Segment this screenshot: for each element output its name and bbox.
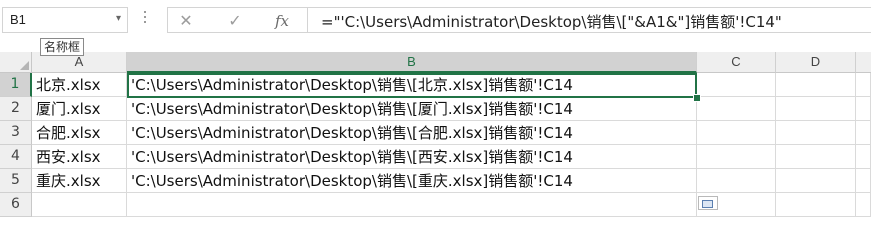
cell-b[interactable]: 'C:\Users\Administrator\Desktop\销售\[重庆.x… [127,169,697,193]
cell-d[interactable] [776,145,856,169]
cell-b-value: 'C:\Users\Administrator\Desktop\销售\[西安.x… [131,148,573,166]
name-box-value: B1 [10,12,26,27]
cell-e[interactable] [856,193,871,217]
cell-b[interactable] [127,193,697,217]
chevron-down-icon[interactable]: ▾ [116,13,121,24]
cell-a[interactable]: 北京.xlsx [32,73,127,97]
fill-handle[interactable] [693,94,701,102]
quick-analysis-icon[interactable] [698,196,718,210]
cell-b-value: 'C:\Users\Administrator\Desktop\销售\[北京.x… [131,76,573,94]
cell-d[interactable] [776,193,856,217]
cell-b-value: 'C:\Users\Administrator\Desktop\销售\[重庆.x… [131,172,573,190]
cell-a-value [32,196,36,214]
cell-c[interactable] [697,73,776,97]
cell-a[interactable]: 西安.xlsx [32,145,127,169]
name-box-tooltip: 名称框 [40,38,85,56]
formula-bar-area: B1 ▾ ✕ ✓ fx ="'C:\Users\Administrator\De… [0,0,871,42]
cell-b-value: 'C:\Users\Administrator\Desktop\销售\[厦门.x… [131,100,573,118]
cell-a-value: 西安.xlsx [36,148,101,166]
name-box[interactable]: B1 ▾ [2,7,128,33]
row-header[interactable]: 1 [0,73,32,97]
drag-handle-icon[interactable] [143,9,147,29]
row-header[interactable]: 2 [0,97,32,121]
cell-a-value: 合肥.xlsx [36,124,101,142]
formula-text: ="'C:\Users\Administrator\Desktop\销售\["&… [321,13,782,31]
cell-a-value: 北京.xlsx [36,76,101,94]
cell-d[interactable] [776,73,856,97]
cell-a-value: 厦门.xlsx [36,100,101,118]
row-header[interactable]: 6 [0,193,32,217]
column-header-c[interactable]: C [697,52,776,73]
column-header-d[interactable]: D [776,52,856,73]
cell-b[interactable]: 'C:\Users\Administrator\Desktop\销售\[厦门.x… [127,97,697,121]
cell-c[interactable] [697,121,776,145]
cell-b-value [127,196,131,214]
column-header-e[interactable] [856,52,871,73]
cell-c[interactable] [697,145,776,169]
close-icon[interactable]: ✕ [172,10,200,32]
cell-e[interactable] [856,145,871,169]
cell-b[interactable]: 'C:\Users\Administrator\Desktop\销售\[合肥.x… [127,121,697,145]
row-header[interactable]: 3 [0,121,32,145]
cell-b-value: 'C:\Users\Administrator\Desktop\销售\[合肥.x… [131,124,573,142]
cell-d[interactable] [776,97,856,121]
insert-function-button[interactable]: fx [268,10,296,32]
formula-buttons: ✕ ✓ fx [167,7,307,33]
cell-e[interactable] [856,121,871,145]
cell-a[interactable] [32,193,127,217]
row-header[interactable]: 5 [0,169,32,193]
cell-b[interactable]: 'C:\Users\Administrator\Desktop\销售\[西安.x… [127,145,697,169]
cell-c[interactable] [697,97,776,121]
cell-a[interactable]: 合肥.xlsx [32,121,127,145]
cell-b[interactable]: 'C:\Users\Administrator\Desktop\销售\[北京.x… [127,73,697,97]
cell-a[interactable]: 重庆.xlsx [32,169,127,193]
cell-a[interactable]: 厦门.xlsx [32,97,127,121]
cell-c[interactable] [697,169,776,193]
cell-d[interactable] [776,169,856,193]
cell-d[interactable] [776,121,856,145]
column-header-b[interactable]: B [127,52,697,73]
cell-a-value: 重庆.xlsx [36,172,101,190]
formula-input[interactable]: ="'C:\Users\Administrator\Desktop\销售\["&… [307,7,871,33]
cell-e[interactable] [856,73,871,97]
select-all-corner[interactable] [0,52,32,73]
cell-e[interactable] [856,169,871,193]
cell-e[interactable] [856,97,871,121]
checkmark-icon[interactable]: ✓ [221,10,249,32]
row-header[interactable]: 4 [0,145,32,169]
